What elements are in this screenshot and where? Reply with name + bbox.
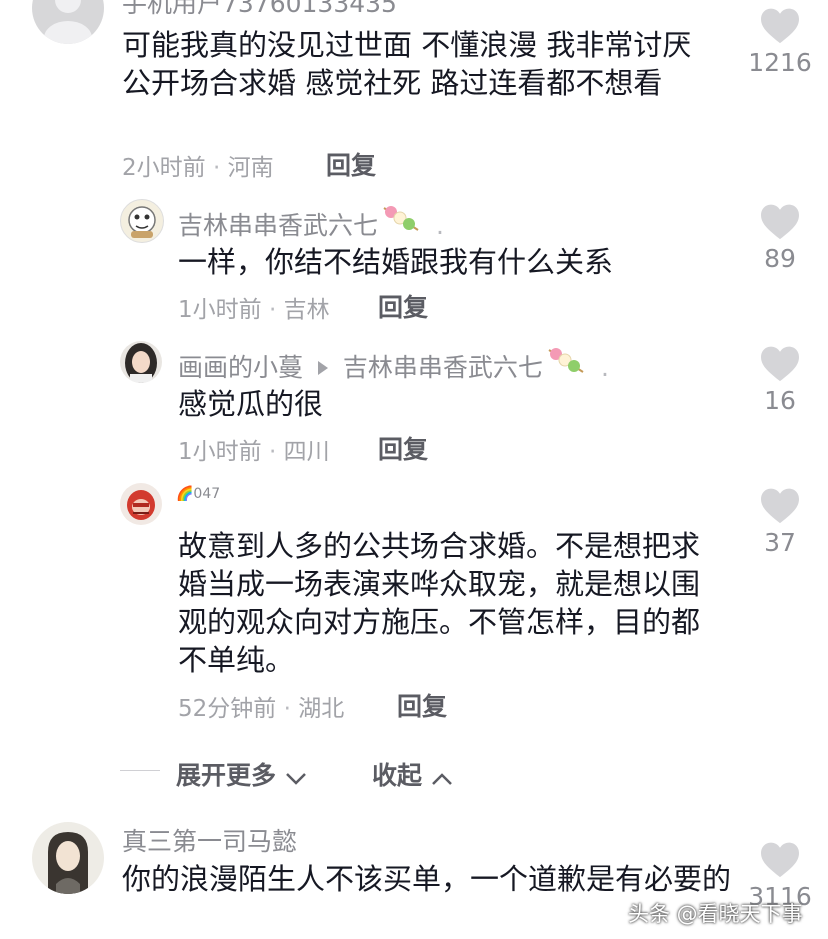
expand-more-button[interactable]: 展开更多	[176, 756, 307, 792]
reply-button[interactable]: 回复	[378, 430, 428, 466]
comment-meta: 1小时前 · 吉林	[178, 290, 330, 324]
reply-button[interactable]: 回复	[397, 687, 447, 723]
chevron-down-icon	[285, 763, 307, 792]
comment-time: 2小时前	[122, 155, 206, 181]
like-count: 89	[764, 244, 796, 273]
reply-to-user[interactable]: 吉林串串香武六七	[343, 353, 543, 382]
avatar[interactable]	[120, 199, 164, 243]
separator: .	[436, 211, 444, 240]
separator: ·	[268, 439, 277, 465]
heart-icon	[761, 842, 799, 878]
comment-meta: 1小时前 · 四川	[178, 432, 330, 466]
comment-username[interactable]: 画画的小蔓 吉林串串香武六七 .	[178, 346, 609, 384]
comment-time: 52分钟前	[178, 696, 277, 722]
comment-username[interactable]: 手机用户73760133435	[122, 0, 397, 20]
separator: ·	[283, 696, 291, 722]
avatar[interactable]	[120, 483, 162, 525]
like-button[interactable]: 1216	[740, 6, 820, 77]
like-button[interactable]: 89	[740, 202, 820, 273]
heart-icon	[761, 488, 799, 524]
comment-text: 你的浪漫陌生人不该买单，一个道歉是有必要的	[122, 862, 732, 896]
comment-time: 1小时前	[178, 297, 262, 323]
like-count: 16	[764, 386, 796, 415]
comment-text: 故意到人多的公共场合求婚。不是想把求婚当成一场表演来哗众取宠，就是想以围观的观众…	[178, 529, 701, 677]
separator: ·	[212, 155, 221, 181]
comment-username[interactable]: 吉林串串香武六七 .	[178, 204, 444, 242]
avatar[interactable]	[120, 341, 162, 383]
separator: ·	[268, 297, 277, 323]
comment-text: 可能我真的没见过世面 不懂浪漫 我非常讨厌公开场合求婚 感觉社死 路过连看都不想…	[122, 28, 692, 100]
collapse-button[interactable]: 收起	[372, 756, 453, 792]
comment-location: 四川	[283, 439, 330, 465]
avatar[interactable]	[32, 822, 104, 894]
reply-arrow-icon	[317, 353, 329, 382]
comment-meta: 52分钟前 · 湖北	[178, 689, 344, 723]
comment-location: 河南	[227, 155, 274, 181]
comment-location: 吉林	[283, 297, 330, 323]
like-button[interactable]: 16	[740, 344, 820, 415]
comment-meta: 2小时前 · 河南	[122, 148, 274, 182]
comment-text: 感觉瓜的很	[178, 387, 324, 421]
comment-username[interactable]: 真三第一司马懿	[122, 822, 297, 858]
candy-icon	[545, 346, 587, 382]
like-button[interactable]: 37	[740, 486, 820, 557]
like-count: 1216	[748, 48, 812, 77]
heart-icon	[761, 346, 799, 382]
heart-icon	[761, 8, 799, 44]
like-count: 37	[764, 528, 796, 557]
divider	[120, 770, 160, 771]
comment-time: 1小时前	[178, 439, 262, 465]
separator: .	[600, 353, 609, 382]
reply-button[interactable]: 回复	[326, 146, 376, 182]
comment-username[interactable]: 🌈047	[176, 486, 220, 502]
candy-icon	[380, 204, 422, 240]
chevron-up-icon	[431, 763, 453, 792]
avatar[interactable]	[32, 0, 104, 44]
comment-text: 一样，你结不结婚跟我有什么关系	[178, 245, 614, 279]
comment-location: 湖北	[298, 696, 345, 722]
reply-button[interactable]: 回复	[378, 288, 428, 324]
watermark: 头条 @看晓天下事	[628, 902, 803, 926]
heart-icon	[761, 204, 799, 240]
